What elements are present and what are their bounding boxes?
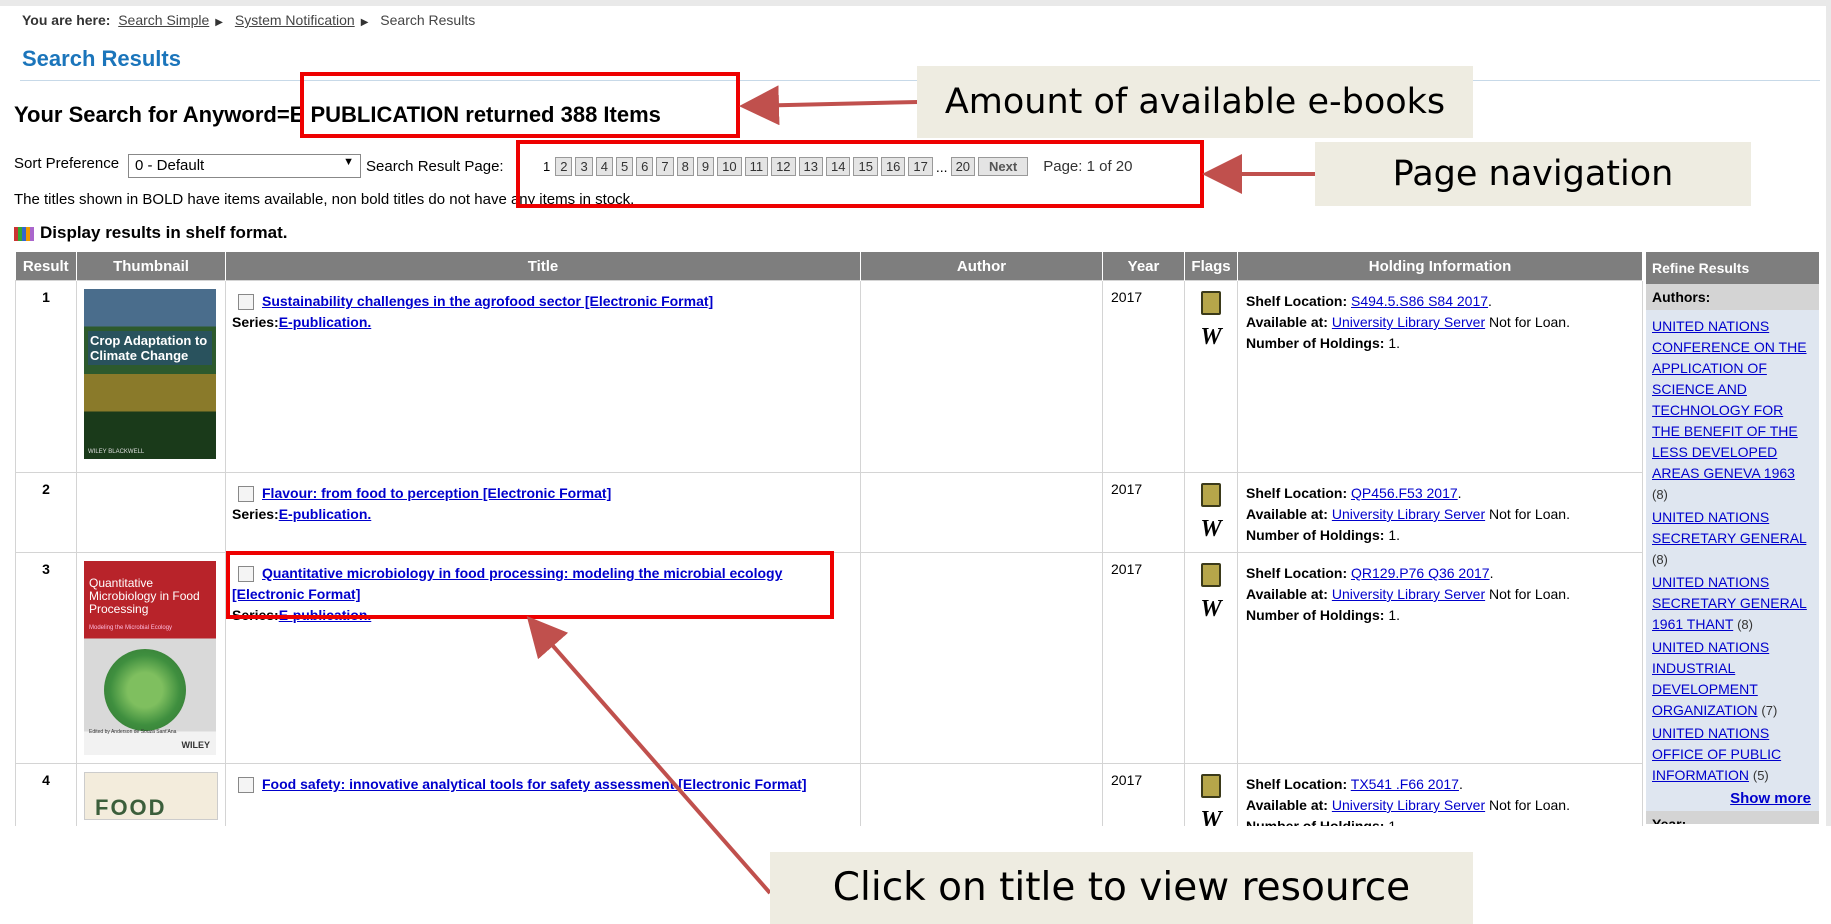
arrow-to-title-link xyxy=(526,615,772,895)
arrow-to-result-count xyxy=(739,85,919,126)
callout-page-navigation: Page navigation xyxy=(1315,142,1751,206)
callout-ebooks: Amount of available e-books xyxy=(917,66,1473,138)
annotation-arrows xyxy=(526,85,1316,895)
callout-click-title: Click on title to view resource xyxy=(770,852,1473,924)
